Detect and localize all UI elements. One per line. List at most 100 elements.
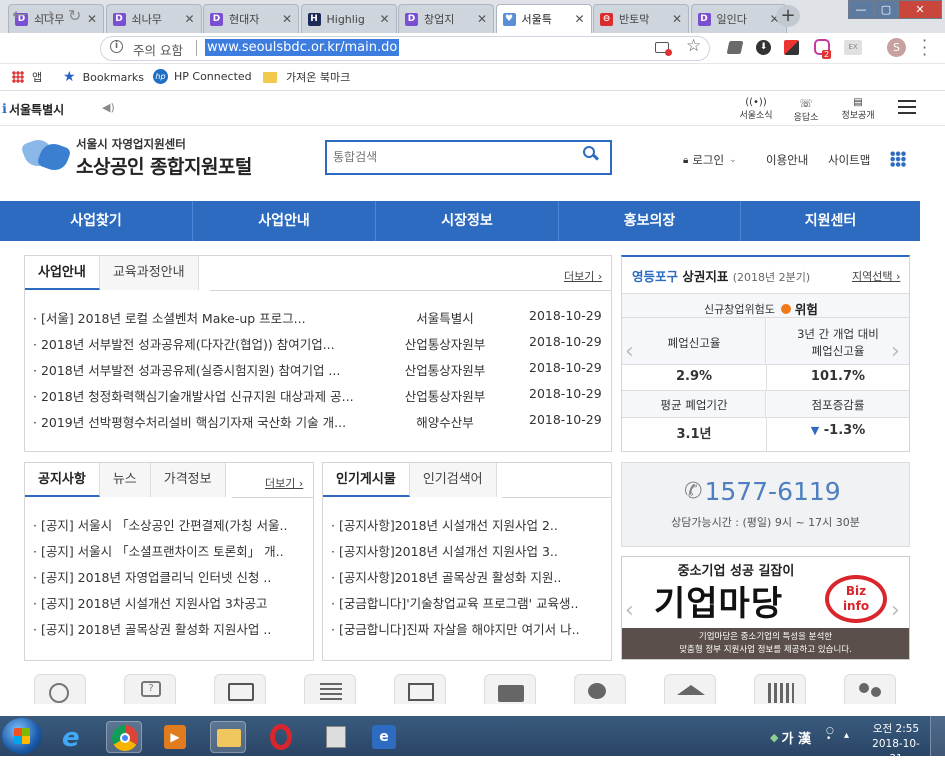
hamburger-menu-icon[interactable] bbox=[898, 99, 916, 115]
info-icon[interactable]: i bbox=[110, 40, 123, 53]
search-input[interactable] bbox=[333, 146, 573, 168]
tab-notice[interactable]: 공지사항 bbox=[25, 463, 100, 497]
nav-item-promo[interactable]: 홍보의장 bbox=[559, 201, 741, 241]
back-icon[interactable]: ← bbox=[12, 5, 26, 25]
inactive-extension-icon[interactable]: EX bbox=[844, 40, 862, 55]
download-extension-icon[interactable]: ⬇ bbox=[756, 40, 771, 55]
quick-link-profile[interactable] bbox=[394, 674, 446, 704]
region-select-link[interactable]: 지역선택 › bbox=[852, 268, 900, 284]
star-icon[interactable]: ☆ bbox=[686, 36, 701, 56]
close-icon[interactable]: ✕ bbox=[379, 12, 389, 26]
app-taskbar-icon[interactable]: e bbox=[366, 721, 402, 753]
extension-icon[interactable] bbox=[726, 41, 744, 54]
avatar[interactable]: S bbox=[887, 38, 906, 57]
phone-number[interactable]: ✆ 1577-6119 bbox=[684, 477, 841, 506]
clock[interactable]: 오전 2:55 2018-10-31 bbox=[868, 722, 924, 767]
seoul-gov-logo[interactable]: ℹ 서울특별시 bbox=[2, 101, 64, 118]
show-desktop-button[interactable] bbox=[930, 716, 945, 756]
quick-link-folder[interactable] bbox=[484, 674, 536, 704]
quick-link-finance[interactable] bbox=[304, 674, 356, 704]
nav-item-biz-guide[interactable]: 사업안내 bbox=[193, 201, 376, 241]
chrome-taskbar-icon[interactable] bbox=[106, 721, 142, 753]
new-tab-button[interactable]: + bbox=[776, 5, 800, 27]
browser-tab[interactable]: ⊖ 반토막 ✕ bbox=[593, 4, 689, 33]
tab-popular-keywords[interactable]: 인기검색어 bbox=[409, 463, 497, 497]
list-item[interactable]: · [서울] 2018년 로컬 소셜벤처 Make-up 프로그... bbox=[33, 308, 373, 327]
close-window-button[interactable]: ✕ bbox=[898, 0, 942, 19]
close-icon[interactable]: ✕ bbox=[184, 12, 194, 26]
quick-link-stats[interactable] bbox=[754, 674, 806, 704]
nav-item-support-center[interactable]: 지원센터 bbox=[741, 201, 920, 241]
quick-link-online[interactable] bbox=[214, 674, 266, 704]
chevron-left-icon[interactable]: ‹ bbox=[625, 339, 634, 364]
tab-biz-guide[interactable]: 사업안내 bbox=[25, 256, 100, 290]
color-extension-icon[interactable] bbox=[784, 40, 799, 55]
url-text[interactable]: www.seoulsbdc.or.kr/main.do bbox=[205, 39, 400, 56]
guide-link[interactable]: 이용안내 bbox=[766, 152, 808, 168]
list-item[interactable]: · 2019년 선박평형수처리설비 핵심기자재 국산화 기술 개... bbox=[33, 412, 373, 431]
sitemap-link[interactable]: 사이트맵 bbox=[828, 152, 870, 168]
list-item[interactable]: · 2018년 서부발전 성과공유제(다자간(협업)) 참여기업... bbox=[33, 334, 373, 353]
browser-tab[interactable]: D 현대자 ✕ bbox=[203, 4, 299, 33]
browser-tab[interactable]: D 일인다 ✕ bbox=[690, 4, 787, 33]
chevron-left-icon[interactable]: ‹ bbox=[625, 598, 634, 623]
logo-title[interactable]: 소상공인 종합지원포털 bbox=[76, 152, 252, 179]
list-item[interactable]: · [공지사항]2018년 시설개선 지원사업 3.. bbox=[331, 541, 599, 560]
forward-icon[interactable]: → bbox=[40, 5, 54, 25]
grid-menu-icon[interactable] bbox=[890, 151, 906, 167]
list-item[interactable]: · 2018년 청정화력핵심기술개발사업 신규지원 대상과제 공... bbox=[33, 386, 373, 405]
close-icon[interactable]: ✕ bbox=[87, 12, 97, 26]
util-link-news[interactable]: ((•)) 서울소식 bbox=[736, 97, 776, 121]
nav-item-market-info[interactable]: 시장정보 bbox=[376, 201, 559, 241]
browser-tab[interactable]: D 쇠나무 ✕ bbox=[105, 4, 202, 33]
browser-tab[interactable]: H Highlig ✕ bbox=[300, 4, 397, 33]
bookmark-hp[interactable]: hp HP Connected bbox=[153, 69, 252, 84]
list-item[interactable]: · 2018년 서부발전 성과공유제(실증시험지원) 참여기업 ... bbox=[33, 360, 373, 379]
list-item[interactable]: · [공지] 서울시 「소셜프랜차이즈 토론회」 개.. bbox=[33, 541, 301, 560]
list-item[interactable]: · [공지] 서울시 「소상공인 간편결제(가칭 서울.. bbox=[33, 515, 301, 534]
tray-expand-icon[interactable]: ▴ bbox=[844, 730, 849, 741]
quick-link-consult[interactable]: ? bbox=[124, 674, 176, 704]
camera-extension-icon[interactable]: 2 bbox=[814, 39, 832, 59]
list-item[interactable]: · [궁금합니다]진짜 자살을 해야지만 여기서 나.. bbox=[331, 619, 599, 638]
bookmark-apps[interactable]: 앱 bbox=[12, 69, 42, 85]
ime-indicator[interactable]: ◆ 가 漢 bbox=[770, 728, 811, 747]
util-link-response[interactable]: ☏ 응답소 bbox=[787, 97, 825, 123]
quick-link-education[interactable] bbox=[664, 674, 716, 704]
ime-options-icon[interactable]: ○ • bbox=[826, 727, 834, 744]
close-icon[interactable]: ✕ bbox=[477, 12, 487, 26]
list-item[interactable]: · [공지] 2018년 골목상권 활성화 지원사업 .. bbox=[33, 619, 301, 638]
popup-blocked-icon[interactable] bbox=[655, 42, 672, 56]
search-icon[interactable] bbox=[583, 146, 600, 162]
minimize-button[interactable]: — bbox=[848, 0, 874, 19]
close-icon[interactable]: ✕ bbox=[282, 12, 292, 26]
notice-more-link[interactable]: 더보기 › bbox=[265, 475, 303, 491]
list-item[interactable]: · [궁금합니다]'기술창업교육 프로그램' 교육생.. bbox=[331, 593, 599, 612]
quick-link-talk[interactable] bbox=[574, 674, 626, 704]
opera-taskbar-icon[interactable] bbox=[264, 721, 300, 753]
tab-price[interactable]: 가격정보 bbox=[150, 463, 226, 497]
calculator-taskbar-icon[interactable] bbox=[318, 721, 354, 753]
tab-news[interactable]: 뉴스 bbox=[99, 463, 151, 497]
handshake-logo-icon[interactable] bbox=[20, 135, 72, 175]
browser-tab[interactable]: ♥ 서울특 ✕ bbox=[495, 4, 592, 33]
list-item[interactable]: · [공지사항]2018년 골목상권 활성화 지원.. bbox=[331, 567, 599, 586]
quick-link-search[interactable] bbox=[34, 674, 86, 704]
media-player-taskbar-icon[interactable]: ▶ bbox=[156, 721, 192, 753]
close-icon[interactable]: ✕ bbox=[574, 12, 584, 26]
list-item[interactable]: · [공지사항]2018년 시설개선 지원사업 2.. bbox=[331, 515, 599, 534]
nav-item-biz-find[interactable]: 사업찾기 bbox=[0, 201, 193, 241]
bookmark-imported[interactable]: 가져온 북마크 bbox=[263, 69, 350, 85]
chevron-right-icon[interactable]: › bbox=[891, 598, 900, 623]
security-label[interactable]: 주의 요함 bbox=[133, 40, 183, 59]
reload-icon[interactable]: ↻ bbox=[68, 6, 81, 25]
omnibox[interactable] bbox=[100, 36, 710, 61]
browser-tab[interactable]: D 창업지 ✕ bbox=[398, 4, 494, 33]
tab-edu-course[interactable]: 교육과정안내 bbox=[99, 256, 199, 290]
biz-more-link[interactable]: 더보기 › bbox=[564, 268, 602, 284]
quick-link-network[interactable] bbox=[844, 674, 896, 704]
login-link[interactable]: 🔒︎ 로그인 ⌄ bbox=[683, 152, 737, 168]
chrome-menu-icon[interactable]: · · · bbox=[922, 33, 927, 63]
maximize-button[interactable]: ▢ bbox=[874, 0, 898, 19]
tab-popular-posts[interactable]: 인기게시물 bbox=[323, 463, 410, 497]
